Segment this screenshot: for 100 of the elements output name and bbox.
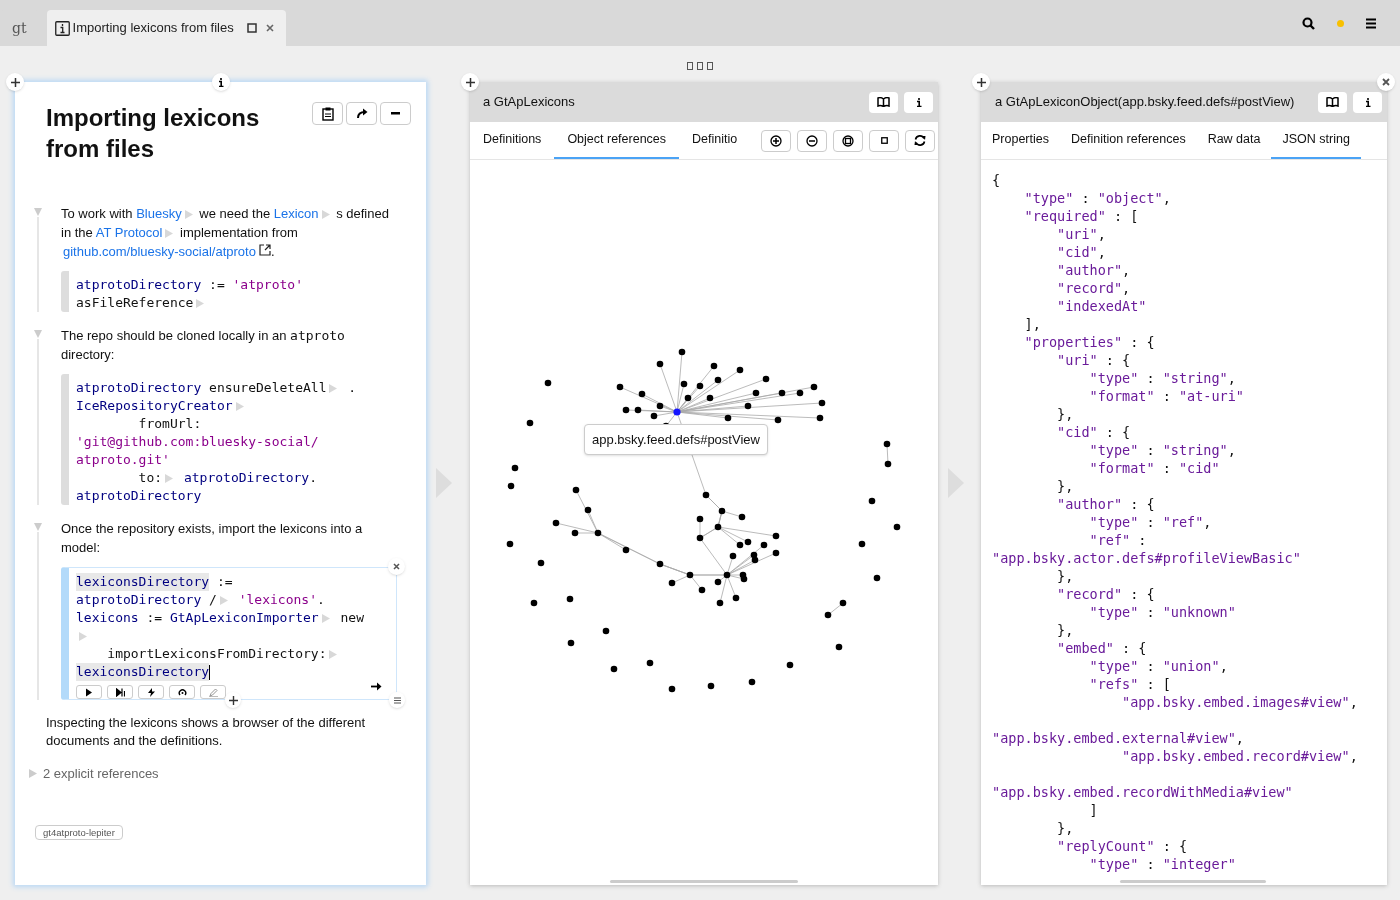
code-line: "type" : "string", xyxy=(1088,441,1236,459)
play-icon xyxy=(84,687,94,697)
code-line: fromUrl: xyxy=(137,415,202,433)
code-line: "required" : [ xyxy=(1023,207,1139,225)
panel-title: a GtApLexicons xyxy=(483,93,575,112)
close-icon xyxy=(1382,78,1390,86)
link[interactable]: AT Protocol xyxy=(95,225,163,240)
add-button[interactable] xyxy=(461,73,479,91)
code-line: "ref" : xyxy=(1088,531,1147,549)
code-line: "app.bsky.embed.images#view", xyxy=(1121,693,1358,711)
code-line: ] xyxy=(1088,801,1098,819)
refresh-icon xyxy=(914,135,926,146)
info-button[interactable] xyxy=(212,73,230,91)
code-line: "record", xyxy=(1056,279,1131,297)
menu-icon[interactable] xyxy=(1366,17,1376,29)
code-line: "type" : "unknown" xyxy=(1088,603,1236,621)
code-line: }, xyxy=(1056,477,1074,495)
code-line: }, xyxy=(1056,819,1074,837)
close-icon[interactable] xyxy=(265,24,274,32)
close-button[interactable] xyxy=(388,558,405,575)
code-line: "type" : "ref", xyxy=(1088,513,1212,531)
tab[interactable]: Properties xyxy=(981,122,1060,159)
scrollbar[interactable] xyxy=(1120,880,1266,883)
search-icon[interactable] xyxy=(1302,16,1315,30)
code-line: "type" : "string", xyxy=(1088,369,1236,387)
inspect-button[interactable] xyxy=(169,685,195,699)
code-line: "type" : "union", xyxy=(1088,657,1228,675)
book-button[interactable] xyxy=(1318,91,1347,113)
code-text: . xyxy=(317,591,325,609)
add-button[interactable] xyxy=(225,692,241,708)
page-title: Importing lexicons from files xyxy=(46,103,261,164)
external-link-icon[interactable] xyxy=(258,244,271,256)
code-text: . xyxy=(309,469,317,487)
code-line: "cid" : { xyxy=(1056,423,1131,441)
scrollbar[interactable] xyxy=(610,880,798,883)
book-icon xyxy=(877,97,890,107)
square-icon xyxy=(880,137,888,144)
tab[interactable]: Object references xyxy=(554,122,680,159)
book-button[interactable] xyxy=(869,91,898,113)
tab[interactable]: Raw data xyxy=(1196,122,1272,159)
clipboard-icon xyxy=(321,106,334,121)
tab[interactable]: Definitions xyxy=(470,122,555,159)
code-text: asFileReference xyxy=(76,294,194,312)
link[interactable]: github.com/bluesky-social/atproto xyxy=(63,244,256,259)
gauge-icon xyxy=(177,687,187,697)
code-text: ensureDeleteAll xyxy=(208,379,327,397)
code-line: "embed" : { xyxy=(1056,639,1147,657)
zoom-in-button[interactable] xyxy=(761,129,791,152)
code-text: := xyxy=(145,609,164,627)
code-text: . xyxy=(347,379,357,397)
code-line: lexiconsDirectory := xyxy=(76,573,233,591)
collapse-button[interactable] xyxy=(380,102,411,125)
arrow-right-icon[interactable] xyxy=(371,681,382,691)
add-button[interactable] xyxy=(972,73,990,91)
refresh-button[interactable] xyxy=(905,129,935,152)
share-button[interactable] xyxy=(346,102,377,125)
selected-node[interactable] xyxy=(673,408,681,416)
actual-size-button[interactable] xyxy=(869,129,899,152)
info-icon xyxy=(1364,97,1371,107)
code-line: "replyCount" : { xyxy=(1056,837,1188,855)
code-editor[interactable]: lexiconsDirectory := atprotoDirectory / 'lexicons'. lexicons := GtApLexiconImporter new importLexiconsFromDirectory: lexiconsDirectory xyxy=(61,567,397,700)
tab[interactable]: JSON string xyxy=(1271,122,1361,159)
tooltip: app.bsky.feed.defs#postView xyxy=(584,424,768,455)
paragraph: The repo should be cloned locally in an atproto directory: xyxy=(61,327,346,364)
plus-icon xyxy=(976,77,986,87)
code-line: "format" : "at-uri" xyxy=(1088,387,1244,405)
tab[interactable]: Definitio xyxy=(679,122,751,159)
maximize-icon[interactable] xyxy=(246,23,257,33)
code-line: }, xyxy=(1056,621,1074,639)
run-button[interactable] xyxy=(76,685,102,699)
code-line: ], xyxy=(1023,315,1041,333)
tab[interactable]: Importing lexicons from files xyxy=(46,10,286,46)
pencil-icon xyxy=(208,687,218,697)
close-button[interactable] xyxy=(1377,73,1395,91)
code-line: }, xyxy=(1056,405,1074,423)
code-text: to: xyxy=(137,469,163,487)
info-button[interactable] xyxy=(1353,91,1382,113)
step-button[interactable] xyxy=(107,685,133,699)
code-line: "type" : "object", xyxy=(1023,189,1171,207)
code-text: atprotoDirectory xyxy=(76,379,202,397)
code-text: GtApLexiconImporter xyxy=(169,609,319,627)
menu-button[interactable] xyxy=(389,692,405,708)
tag[interactable]: gt4atproto-lepiter xyxy=(35,824,123,840)
info-icon xyxy=(915,97,922,107)
references-label[interactable]: 2 explicit references xyxy=(43,764,159,784)
link[interactable]: Bluesky xyxy=(136,206,182,221)
fit-button[interactable] xyxy=(833,129,863,152)
code-line: "type" : "integer" xyxy=(1088,855,1236,873)
zoom-out-button[interactable] xyxy=(797,129,827,152)
info-button[interactable] xyxy=(904,91,933,113)
graph-nodes[interactable] xyxy=(506,348,901,693)
code-line: "author", xyxy=(1056,261,1131,279)
code-line: "app.bsky.actor.defs#profileViewBasic" xyxy=(992,549,1301,567)
copy-button[interactable] xyxy=(312,102,343,125)
lightning-button[interactable] xyxy=(138,685,164,699)
code-line: "refs" : [ xyxy=(1088,675,1171,693)
link[interactable]: Lexicon xyxy=(273,206,319,221)
code-line: "indexedAt" xyxy=(1056,297,1147,315)
add-button[interactable] xyxy=(6,73,24,91)
tab[interactable]: Definition references xyxy=(1060,122,1197,159)
